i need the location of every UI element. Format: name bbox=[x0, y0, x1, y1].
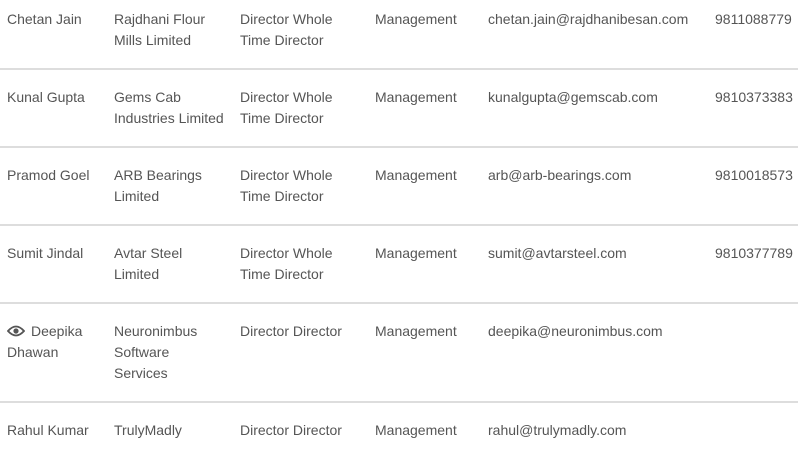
department-cell: Management bbox=[368, 225, 481, 304]
phone-cell: 9810377789 bbox=[708, 225, 798, 304]
designation-cell: Director Director bbox=[233, 303, 368, 403]
designation-cell: Director Director bbox=[240, 422, 342, 438]
table-row: Rahul Kumar TrulyMadly Director Director… bbox=[0, 402, 798, 458]
department-cell: Management bbox=[368, 0, 481, 70]
table-row: Kunal Gupta Gems Cab Industries Limited … bbox=[0, 69, 798, 148]
email-cell: sumit@avtarsteel.com bbox=[481, 225, 708, 304]
company-cell: ARB Bearings Limited bbox=[107, 147, 233, 226]
table-row: Sumit Jindal Avtar Steel Limited Directo… bbox=[0, 225, 798, 304]
department-cell: Management bbox=[368, 69, 481, 148]
table-row: Deepika Dhawan Neuronimbus Software Serv… bbox=[0, 303, 798, 403]
department-cell: Management bbox=[368, 303, 481, 403]
contact-name: Kunal Gupta bbox=[7, 89, 85, 105]
name-cell: Rahul Kumar bbox=[0, 402, 107, 458]
phone-cell bbox=[708, 402, 798, 458]
contact-name: Rahul Kumar bbox=[7, 422, 89, 438]
email-cell: arb@arb-bearings.com bbox=[481, 147, 708, 226]
company-cell: Rajdhani Flour Mills Limited bbox=[107, 0, 233, 70]
company-cell: TrulyMadly bbox=[114, 422, 182, 438]
department-cell: Management bbox=[368, 147, 481, 226]
name-cell: Kunal Gupta bbox=[0, 69, 107, 148]
name-cell: Chetan Jain bbox=[0, 0, 107, 70]
phone-cell: 9810018573 bbox=[708, 147, 798, 226]
name-cell: Deepika Dhawan bbox=[0, 303, 107, 403]
company-cell: Neuronimbus Software Services bbox=[107, 303, 233, 403]
phone-cell bbox=[708, 303, 798, 403]
name-cell: Pramod Goel bbox=[0, 147, 107, 226]
designation-cell: Director Whole Time Director bbox=[233, 0, 368, 70]
designation-cell: Director Whole Time Director bbox=[233, 69, 368, 148]
email-cell: chetan.jain@rajdhanibesan.com bbox=[481, 0, 708, 70]
department-cell: Management bbox=[375, 422, 457, 438]
email-cell: rahul@trulymadly.com bbox=[488, 422, 627, 438]
designation-cell: Director Whole Time Director bbox=[233, 225, 368, 304]
table-row: Pramod Goel ARB Bearings Limited Directo… bbox=[0, 147, 798, 226]
contact-name: Chetan Jain bbox=[7, 11, 82, 27]
contacts-table: Chetan Jain Rajdhani Flour Mills Limited… bbox=[0, 0, 798, 458]
contact-name: Sumit Jindal bbox=[7, 245, 84, 261]
designation-cell: Director Whole Time Director bbox=[233, 147, 368, 226]
table-row: Chetan Jain Rajdhani Flour Mills Limited… bbox=[0, 0, 798, 70]
contact-name: Pramod Goel bbox=[7, 167, 90, 183]
phone-cell: 9811088779 bbox=[708, 0, 798, 70]
company-cell: Gems Cab Industries Limited bbox=[107, 69, 233, 148]
name-cell: Sumit Jindal bbox=[0, 225, 107, 304]
phone-cell: 9810373383 bbox=[708, 69, 798, 148]
company-cell: Avtar Steel Limited bbox=[107, 225, 233, 304]
email-cell: kunalgupta@gemscab.com bbox=[481, 69, 708, 148]
eye-icon[interactable] bbox=[7, 325, 25, 337]
email-cell: deepika@neuronimbus.com bbox=[481, 303, 708, 403]
